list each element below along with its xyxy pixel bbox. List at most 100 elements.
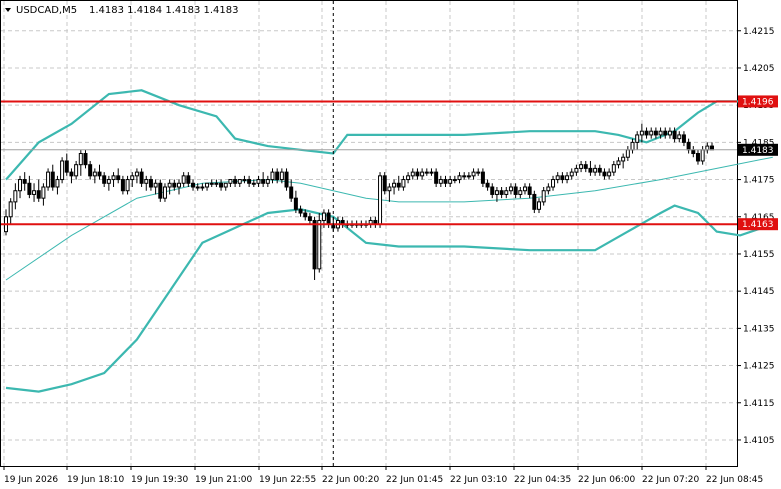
y-tick-label: 1.4145 [743, 287, 775, 297]
candle-body-bull [46, 171, 51, 188]
x-tick-label: 22 Jun 04:35 [514, 475, 571, 485]
candle-body-bull [13, 190, 18, 203]
candle-body-bull [167, 182, 172, 188]
candle-body-bull [60, 160, 65, 181]
candle-body-bull [508, 186, 513, 192]
chart-header: USDCAD,M5 1.4183 1.4184 1.4183 1.4183 [5, 5, 239, 16]
candle-body-bear [139, 171, 144, 184]
candle-body-bear [69, 171, 74, 177]
candle-body-bull [195, 186, 200, 189]
candle-body-bear [312, 219, 317, 270]
candle-body-bear [326, 212, 331, 225]
candle-body-bear [681, 134, 686, 143]
candle-body-bear [158, 182, 163, 199]
candle-body-bull [378, 175, 383, 225]
candle-body-bear [695, 153, 700, 162]
candle-body-bull [494, 190, 499, 195]
x-tick-label: 22 Jun 08:45 [706, 475, 763, 485]
candle-body-bear [588, 167, 593, 173]
candle [284, 168, 289, 191]
candle-body-bear [219, 182, 224, 188]
candle-body-bear [583, 164, 588, 169]
y-tick-label: 1.4105 [743, 436, 775, 446]
candle-body-bear [686, 141, 691, 151]
current-price-label: 1.4183 [742, 146, 774, 156]
candle-body-bull [452, 179, 457, 182]
candle-body-bull [265, 179, 270, 184]
candle-body-bull [448, 179, 453, 184]
candle-body-bull [125, 179, 130, 192]
candle-body-bull [658, 130, 663, 136]
candle-body-bear [172, 182, 177, 188]
candle-body-bull [476, 171, 481, 174]
candle-body-bull [317, 219, 322, 270]
candle-body-bear [480, 171, 485, 184]
candle-body-bull [237, 179, 242, 184]
candle-body-bull [593, 167, 598, 173]
ohlc-values: 1.4183 1.4184 1.4183 1.4183 [89, 5, 239, 16]
candle-body-bear [64, 160, 69, 173]
candle-body-bull [153, 182, 158, 188]
candle-body-bull [522, 186, 527, 192]
y-tick-label: 1.4115 [743, 399, 775, 409]
candle-body-bull [228, 179, 233, 184]
candle-body-bull [279, 171, 284, 181]
candle-body-bear [307, 216, 312, 221]
candle-body-bull [621, 156, 626, 162]
candle-body-bear [710, 145, 714, 151]
candle-body-bear [653, 130, 658, 136]
candle [60, 157, 65, 184]
candle-body-bull [144, 179, 149, 184]
candle-body-bull [667, 130, 672, 136]
candle-body-bear [485, 182, 490, 188]
symbol-label: USDCAD,M5 [16, 5, 77, 16]
candle-body-bull [611, 164, 616, 173]
candle-body-bear [532, 193, 537, 210]
candle-body-bull [223, 182, 228, 188]
x-tick-label: 22 Jun 01:45 [386, 475, 443, 485]
candle-body-bull [406, 175, 411, 181]
candle-body-bear [597, 167, 602, 173]
candle-body-bull [616, 160, 621, 166]
x-tick-label: 19 Jun 2026 [4, 475, 58, 485]
candle-body-bear [415, 171, 420, 177]
candle-body-bull [387, 186, 392, 192]
candle-body-bear [88, 164, 93, 177]
candle-body-bull [677, 134, 682, 140]
candle-body-bull [625, 149, 630, 158]
candle-body-bear [186, 175, 191, 184]
candle-body-bull [401, 179, 406, 188]
candle-body-bull [462, 175, 467, 178]
candle-body-bear [233, 179, 238, 184]
candle-body-bear [298, 208, 303, 214]
candle-body-bear [191, 182, 196, 188]
candle-body-bull [420, 171, 425, 177]
candle-body-bull [74, 164, 79, 177]
candle-body-bull [546, 186, 551, 192]
candle-body-bear [289, 186, 294, 199]
x-tick-label: 22 Jun 00:20 [322, 475, 379, 485]
price-chart[interactable]: 1.42151.42051.41951.41851.41751.41651.41… [0, 0, 781, 489]
candle-body-bull [438, 179, 443, 184]
candle-body-bear [275, 171, 280, 181]
candle-body-bear [691, 149, 696, 155]
candle-body-bull [504, 190, 509, 195]
candle-body-bull [32, 190, 37, 195]
candle-body-bull [579, 164, 584, 169]
plot-border [0, 0, 738, 467]
candle-body-bull [392, 182, 397, 188]
candle-body-bull [471, 171, 476, 177]
candle-body-bull [205, 182, 210, 188]
candle-body-bull [457, 175, 462, 181]
candle [382, 172, 387, 195]
candle-body-bull [8, 201, 13, 218]
price-level-label: 1.4163 [742, 220, 774, 230]
candle-body-bull [214, 182, 219, 185]
candle-body-bull [321, 212, 326, 221]
candle-body-bull [242, 179, 247, 182]
y-tick-label: 1.4135 [743, 324, 775, 334]
candle-body-bear [499, 190, 504, 195]
x-tick-label: 22 Jun 03:10 [450, 475, 507, 485]
candle-body-bear [293, 197, 298, 210]
candle-body-bear [527, 186, 532, 195]
